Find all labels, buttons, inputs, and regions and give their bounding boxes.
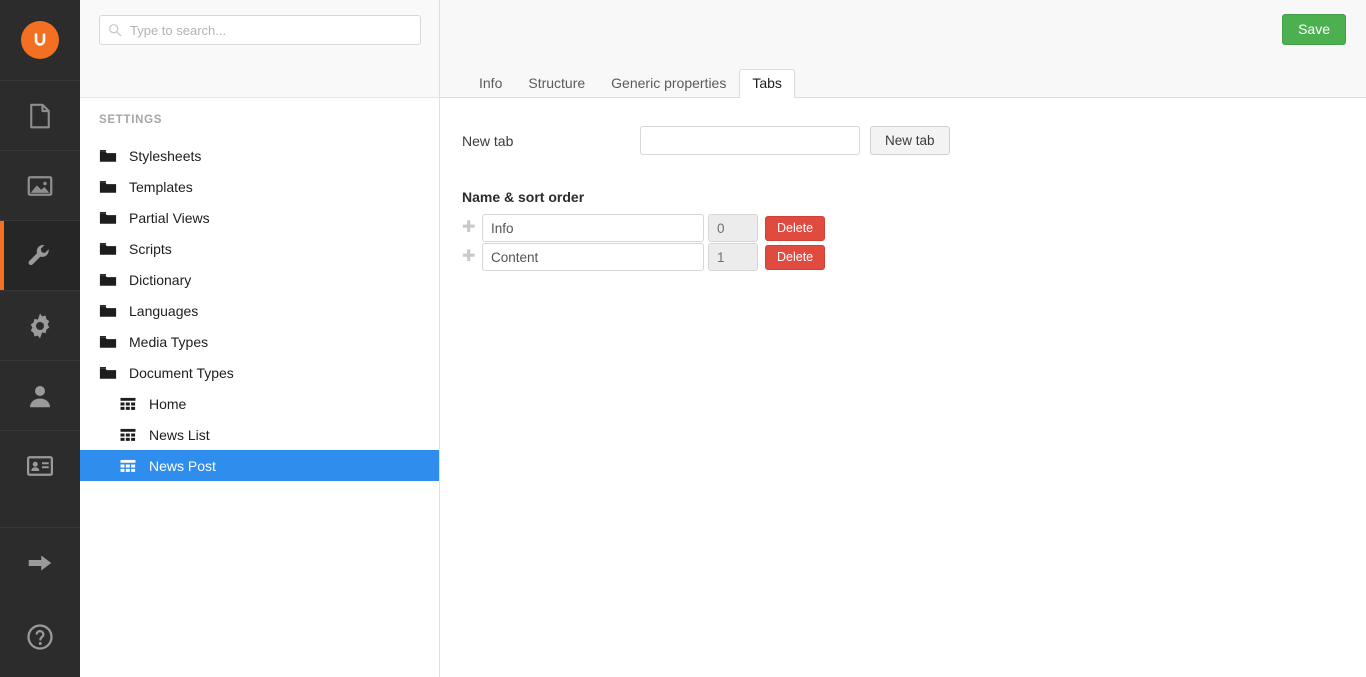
tab-sort-rows: ✚ Delete ✚ Delete (440, 214, 1366, 271)
editor-header: Save Info Structure Generic properties Tabs (440, 0, 1366, 98)
doctype-grid-icon (120, 459, 136, 472)
members-idcard-icon (27, 455, 53, 476)
delete-tab-button[interactable]: Delete (765, 215, 826, 241)
tab-info[interactable]: Info (466, 69, 515, 98)
folder-icon (99, 304, 117, 317)
tree-item-label: Dictionary (129, 271, 192, 288)
tree-item-label: News Post (149, 457, 216, 474)
tree-item-document-types[interactable]: Document Types (80, 357, 439, 388)
editor-tabs: Info Structure Generic properties Tabs (440, 68, 1366, 98)
tree-item-label: News List (149, 426, 210, 443)
folder-icon (99, 211, 117, 224)
nav-item-settings[interactable] (0, 220, 80, 290)
tab-structure[interactable]: Structure (515, 69, 598, 98)
nav-item-members[interactable] (0, 430, 80, 500)
logout-arrow-icon (28, 555, 52, 570)
editor-content: New tab New tab Name & sort order ✚ Delet… (440, 98, 1366, 677)
delete-tab-button[interactable]: Delete (765, 244, 826, 270)
folder-icon (99, 180, 117, 193)
umbraco-logo[interactable] (0, 0, 80, 80)
media-image-icon (27, 175, 53, 196)
tab-generic-properties[interactable]: Generic properties (598, 69, 739, 98)
nav-item-developer[interactable] (0, 290, 80, 360)
folder-icon (99, 273, 117, 286)
tab-sort-row: ✚ Delete (440, 243, 1366, 271)
new-tab-label: New tab (462, 132, 514, 149)
tree-item-templates[interactable]: Templates (80, 171, 439, 202)
tab-name-input[interactable] (482, 214, 704, 242)
section-tree-panel: SETTINGS Stylesheets Templates Partial Vie… (80, 0, 440, 677)
tab-sort-order-input[interactable] (708, 214, 758, 242)
umbraco-logo-glyph (34, 33, 46, 46)
tree-item-label: Languages (129, 302, 199, 319)
folder-icon (99, 242, 117, 255)
tree-item-scripts[interactable]: Scripts (80, 233, 439, 264)
folder-icon (99, 366, 117, 379)
tree-item-label: Partial Views (129, 209, 210, 226)
tab-sort-row: ✚ Delete (440, 214, 1366, 242)
main-editor: Save Info Structure Generic properties Tabs… (440, 0, 1366, 677)
search-wrapper (99, 15, 421, 45)
tree-item-news-list[interactable]: News List (80, 419, 439, 450)
search-input[interactable] (99, 15, 421, 45)
settings-tree: SETTINGS Stylesheets Templates Partial Vie… (80, 98, 439, 677)
tree-item-label: Stylesheets (129, 147, 202, 164)
tree-item-label: Home (149, 395, 187, 412)
content-document-icon (30, 103, 50, 128)
new-tab-row: New tab New tab (440, 126, 1366, 155)
name-sort-order-title: Name & sort order (462, 189, 585, 205)
application-navigation (0, 0, 80, 677)
umbraco-logo-circle (21, 21, 59, 59)
help-question-icon (27, 624, 53, 650)
tab-name-input[interactable] (482, 243, 704, 271)
nav-item-help[interactable] (0, 597, 80, 677)
developer-gear-icon (30, 313, 50, 338)
nav-item-content[interactable] (0, 80, 80, 150)
tree-item-label: Document Types (129, 364, 234, 381)
tree-item-label: Templates (129, 178, 193, 195)
tree-title: SETTINGS (99, 114, 163, 126)
nav-item-media[interactable] (0, 150, 80, 220)
new-tab-input[interactable] (640, 126, 860, 155)
tree-item-stylesheets[interactable]: Stylesheets (80, 140, 439, 171)
tree-search-area (80, 0, 439, 98)
tree-item-partial-views[interactable]: Partial Views (80, 202, 439, 233)
tree-item-media-types[interactable]: Media Types (80, 326, 439, 357)
tab-tabs[interactable]: Tabs (739, 69, 795, 98)
tree-item-label: Media Types (129, 333, 209, 350)
new-tab-button[interactable]: New tab (870, 126, 950, 155)
doctype-grid-icon (120, 428, 136, 441)
tree-item-dictionary[interactable]: Dictionary (80, 264, 439, 295)
nav-item-users[interactable] (0, 360, 80, 430)
nav-item-logout[interactable] (0, 527, 80, 597)
umbraco-backoffice: SETTINGS Stylesheets Templates Partial Vie… (0, 0, 1366, 677)
folder-icon (99, 335, 117, 348)
tree-item-news-post[interactable]: News Post (80, 450, 439, 481)
save-button[interactable]: Save (1282, 14, 1346, 45)
doctype-grid-icon (120, 397, 136, 410)
users-person-icon (30, 385, 50, 407)
folder-icon (99, 149, 117, 162)
drag-handle-icon[interactable]: ✚ (462, 249, 482, 265)
drag-handle-icon[interactable]: ✚ (462, 220, 482, 236)
settings-wrench-icon (28, 244, 49, 265)
tree-item-label: Scripts (129, 240, 172, 257)
tree-item-home[interactable]: Home (80, 388, 439, 419)
tab-sort-order-input[interactable] (708, 243, 758, 271)
tree-item-languages[interactable]: Languages (80, 295, 439, 326)
tree-rows: Stylesheets Templates Partial Views Scripts… (80, 140, 439, 481)
